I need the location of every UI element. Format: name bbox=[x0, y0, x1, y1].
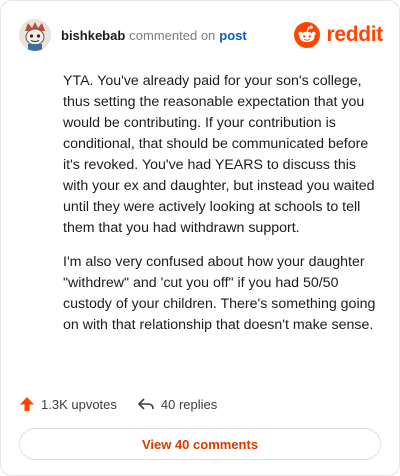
avatar-image bbox=[19, 19, 51, 51]
reply-arrow-icon bbox=[138, 398, 154, 410]
reddit-wordmark: reddit bbox=[326, 23, 383, 46]
post-link[interactable]: post bbox=[219, 28, 246, 43]
commented-on-text: commented on bbox=[129, 27, 216, 43]
comment-meta: bishkebab commented on post bbox=[61, 28, 247, 43]
avatar[interactable] bbox=[19, 19, 51, 51]
comment-body: YTA. You've already paid for your son's … bbox=[63, 71, 383, 349]
upvote-button[interactable]: 1.3K upvotes bbox=[19, 396, 117, 412]
comment-paragraph-2: I'm also very confused about how your da… bbox=[63, 254, 376, 333]
comment-card: bishkebab commented on post reddit YTA. … bbox=[0, 0, 400, 476]
view-comments-button[interactable]: View 40 comments bbox=[19, 428, 381, 460]
comment-paragraph-1: YTA. You've already paid for your son's … bbox=[63, 73, 375, 236]
username[interactable]: bishkebab bbox=[61, 28, 125, 43]
comment-actions: 1.3K upvotes 40 replies bbox=[19, 393, 217, 415]
reply-count: 40 replies bbox=[160, 396, 218, 412]
upvote-arrow-icon bbox=[20, 397, 34, 411]
reddit-brand[interactable]: reddit bbox=[294, 22, 383, 48]
reddit-logo-icon bbox=[294, 22, 321, 48]
comment-header: bishkebab commented on post reddit bbox=[19, 17, 383, 53]
reply-button[interactable]: 40 replies bbox=[137, 396, 217, 412]
upvote-count: 1.3K upvotes bbox=[41, 396, 117, 412]
